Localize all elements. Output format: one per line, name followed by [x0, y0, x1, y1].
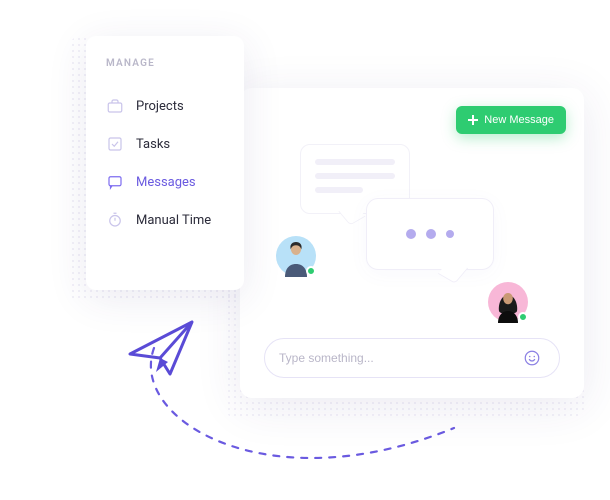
ghost-text-line — [315, 173, 395, 179]
typing-dot-icon — [406, 229, 416, 239]
sidebar-item-manual-time[interactable]: Manual Time — [106, 201, 224, 239]
briefcase-icon — [106, 97, 124, 115]
chat-panel: New Message — [240, 88, 584, 398]
bubble-tail — [438, 258, 468, 284]
sidebar-item-projects[interactable]: Projects — [106, 87, 224, 125]
new-message-label: New Message — [484, 114, 554, 126]
sidebar-card: MANAGE Projects Tasks Messages Manual Ti… — [86, 36, 244, 290]
sidebar-item-label: Tasks — [136, 137, 170, 152]
status-online-icon — [306, 266, 316, 276]
sidebar-item-label: Manual Time — [136, 213, 211, 228]
paper-plane-icon — [126, 318, 200, 378]
avatar — [488, 282, 528, 322]
sidebar-section-title: MANAGE — [106, 58, 224, 69]
ghost-text-line — [315, 187, 363, 193]
message-input[interactable] — [279, 351, 509, 365]
bubble-tail — [338, 202, 365, 225]
typing-dot-icon — [446, 230, 454, 238]
sidebar-item-tasks[interactable]: Tasks — [106, 125, 224, 163]
typing-dot-icon — [426, 229, 436, 239]
message-input-container — [264, 338, 560, 378]
ghost-text-line — [315, 159, 395, 165]
new-message-button[interactable]: New Message — [456, 106, 566, 134]
plus-icon — [468, 115, 478, 125]
sidebar-item-messages[interactable]: Messages — [106, 163, 224, 201]
chat-bubble-preview-2 — [366, 198, 494, 270]
stopwatch-icon — [106, 211, 124, 229]
smile-icon — [523, 349, 541, 367]
check-square-icon — [106, 135, 124, 153]
status-online-icon — [518, 312, 528, 322]
message-icon — [106, 173, 124, 191]
sidebar-item-label: Messages — [136, 175, 196, 190]
emoji-button[interactable] — [519, 345, 545, 371]
avatar — [276, 236, 316, 276]
sidebar-item-label: Projects — [136, 99, 184, 114]
